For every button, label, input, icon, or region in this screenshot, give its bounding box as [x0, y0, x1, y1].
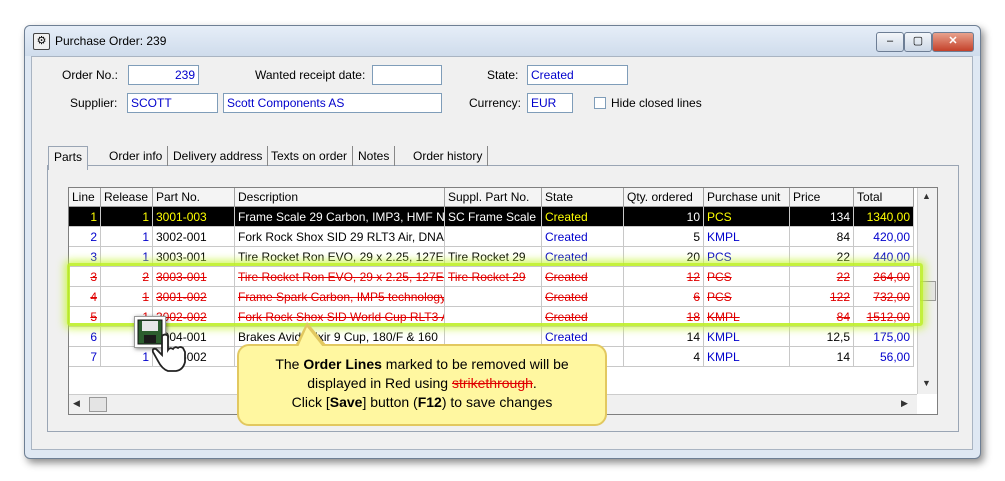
order-no-field[interactable]: 239: [128, 65, 199, 85]
table-cell: 1: [101, 227, 153, 247]
column-header[interactable]: Suppl. Part No.: [445, 188, 542, 207]
scroll-right-arrow-icon[interactable]: ▶: [901, 398, 908, 409]
table-cell: KMPL: [704, 347, 790, 367]
callout-pointer-inner: [298, 327, 323, 347]
tab-order-info[interactable]: Order info: [104, 146, 169, 166]
table-cell: 1: [101, 207, 153, 227]
hide-closed-lines-checkbox[interactable]: [594, 97, 606, 109]
table-cell: PCS: [704, 207, 790, 227]
table-cell: 14: [790, 347, 854, 367]
table-cell: Frame Scale 29 Carbon, IMP3, HMF NE: [235, 207, 445, 227]
supplier-code-field[interactable]: SCOTT: [127, 93, 218, 113]
state-label: State:: [487, 68, 519, 82]
hide-closed-lines-label: Hide closed lines: [611, 96, 702, 110]
table-cell: Created: [542, 227, 624, 247]
horizontal-scroll-thumb[interactable]: [89, 397, 107, 412]
tab-parts[interactable]: Parts: [48, 146, 89, 170]
table-cell: 420,00: [854, 227, 914, 247]
table-cell: 14: [624, 327, 704, 347]
table-cell: [445, 227, 542, 247]
table-cell: 5: [624, 227, 704, 247]
table-cell: 1340,00: [854, 207, 914, 227]
table-cell: 4: [624, 347, 704, 367]
maximize-button[interactable]: ▢: [904, 32, 932, 52]
table-cell: 84: [790, 227, 854, 247]
column-header[interactable]: Description: [235, 188, 445, 207]
tab-texts-on-order[interactable]: Texts on order: [266, 146, 354, 166]
table-cell: 3002-001: [153, 227, 235, 247]
table-cell: 10: [624, 207, 704, 227]
tab-delivery-address[interactable]: Delivery address: [168, 146, 269, 166]
column-header[interactable]: Line: [69, 188, 101, 207]
column-header[interactable]: Price: [790, 188, 854, 207]
strikethrough-example: strikethrough: [451, 375, 533, 391]
currency-label: Currency:: [469, 96, 522, 110]
table-cell: 56,00: [854, 347, 914, 367]
state-field[interactable]: Created: [527, 65, 628, 85]
tab-order-history[interactable]: Order history: [408, 146, 489, 166]
table-cell: 7: [69, 347, 101, 367]
table-cell: Created: [542, 207, 624, 227]
table-cell: 1: [69, 207, 101, 227]
hand-cursor-icon: [151, 330, 194, 377]
table-cell: SC Frame Scale: [445, 207, 542, 227]
table-cell: 175,00: [854, 327, 914, 347]
scroll-up-arrow-icon[interactable]: ▲: [922, 191, 931, 201]
scroll-left-arrow-icon[interactable]: ◀: [73, 398, 80, 409]
column-header[interactable]: Release: [101, 188, 153, 207]
currency-field[interactable]: EUR: [527, 93, 573, 113]
table-cell: KMPL: [704, 327, 790, 347]
deleted-rows-highlight: [67, 263, 923, 326]
table-row[interactable]: 2 1 3002-001 Fork Rock Shox SID 29 RLT3 Air…: [69, 227, 921, 247]
scroll-down-arrow-icon[interactable]: ▼: [922, 378, 931, 388]
title-bar: ⚙ Purchase Order: 239 ‒ ▢ ✕: [25, 26, 980, 56]
table-cell: 2: [69, 227, 101, 247]
info-callout: The Order Lines marked to be removed wil…: [237, 344, 607, 426]
order-no-label: Order No.:: [62, 68, 119, 82]
minimize-button[interactable]: ‒: [876, 32, 904, 52]
column-header[interactable]: Total: [854, 188, 914, 207]
supplier-name-field[interactable]: Scott Components AS: [223, 93, 442, 113]
close-button[interactable]: ✕: [932, 32, 974, 52]
table-cell: 12,5: [790, 327, 854, 347]
supplier-label: Supplier:: [70, 96, 118, 110]
table-row[interactable]: 1 1 3001-003 Frame Scale 29 Carbon, IMP3, H…: [69, 207, 921, 227]
table-cell: 134: [790, 207, 854, 227]
wanted-receipt-date-label: Wanted receipt date:: [255, 68, 366, 82]
column-header[interactable]: Part No.: [153, 188, 235, 207]
wanted-receipt-date-field[interactable]: [372, 65, 442, 85]
table-cell: 1: [101, 347, 153, 367]
window-title: Purchase Order: 239: [55, 34, 167, 48]
table-cell: 3001-003: [153, 207, 235, 227]
column-header[interactable]: State: [542, 188, 624, 207]
table-cell: 6: [69, 327, 101, 347]
column-header[interactable]: Qty. ordered: [624, 188, 704, 207]
gear-window-icon: ⚙: [33, 33, 50, 50]
column-header[interactable]: Purchase unit: [704, 188, 790, 207]
table-cell: KMPL: [704, 227, 790, 247]
tab-notes[interactable]: Notes: [353, 146, 396, 166]
table-cell: Fork Rock Shox SID 29 RLT3 Air, DNA:: [235, 227, 445, 247]
